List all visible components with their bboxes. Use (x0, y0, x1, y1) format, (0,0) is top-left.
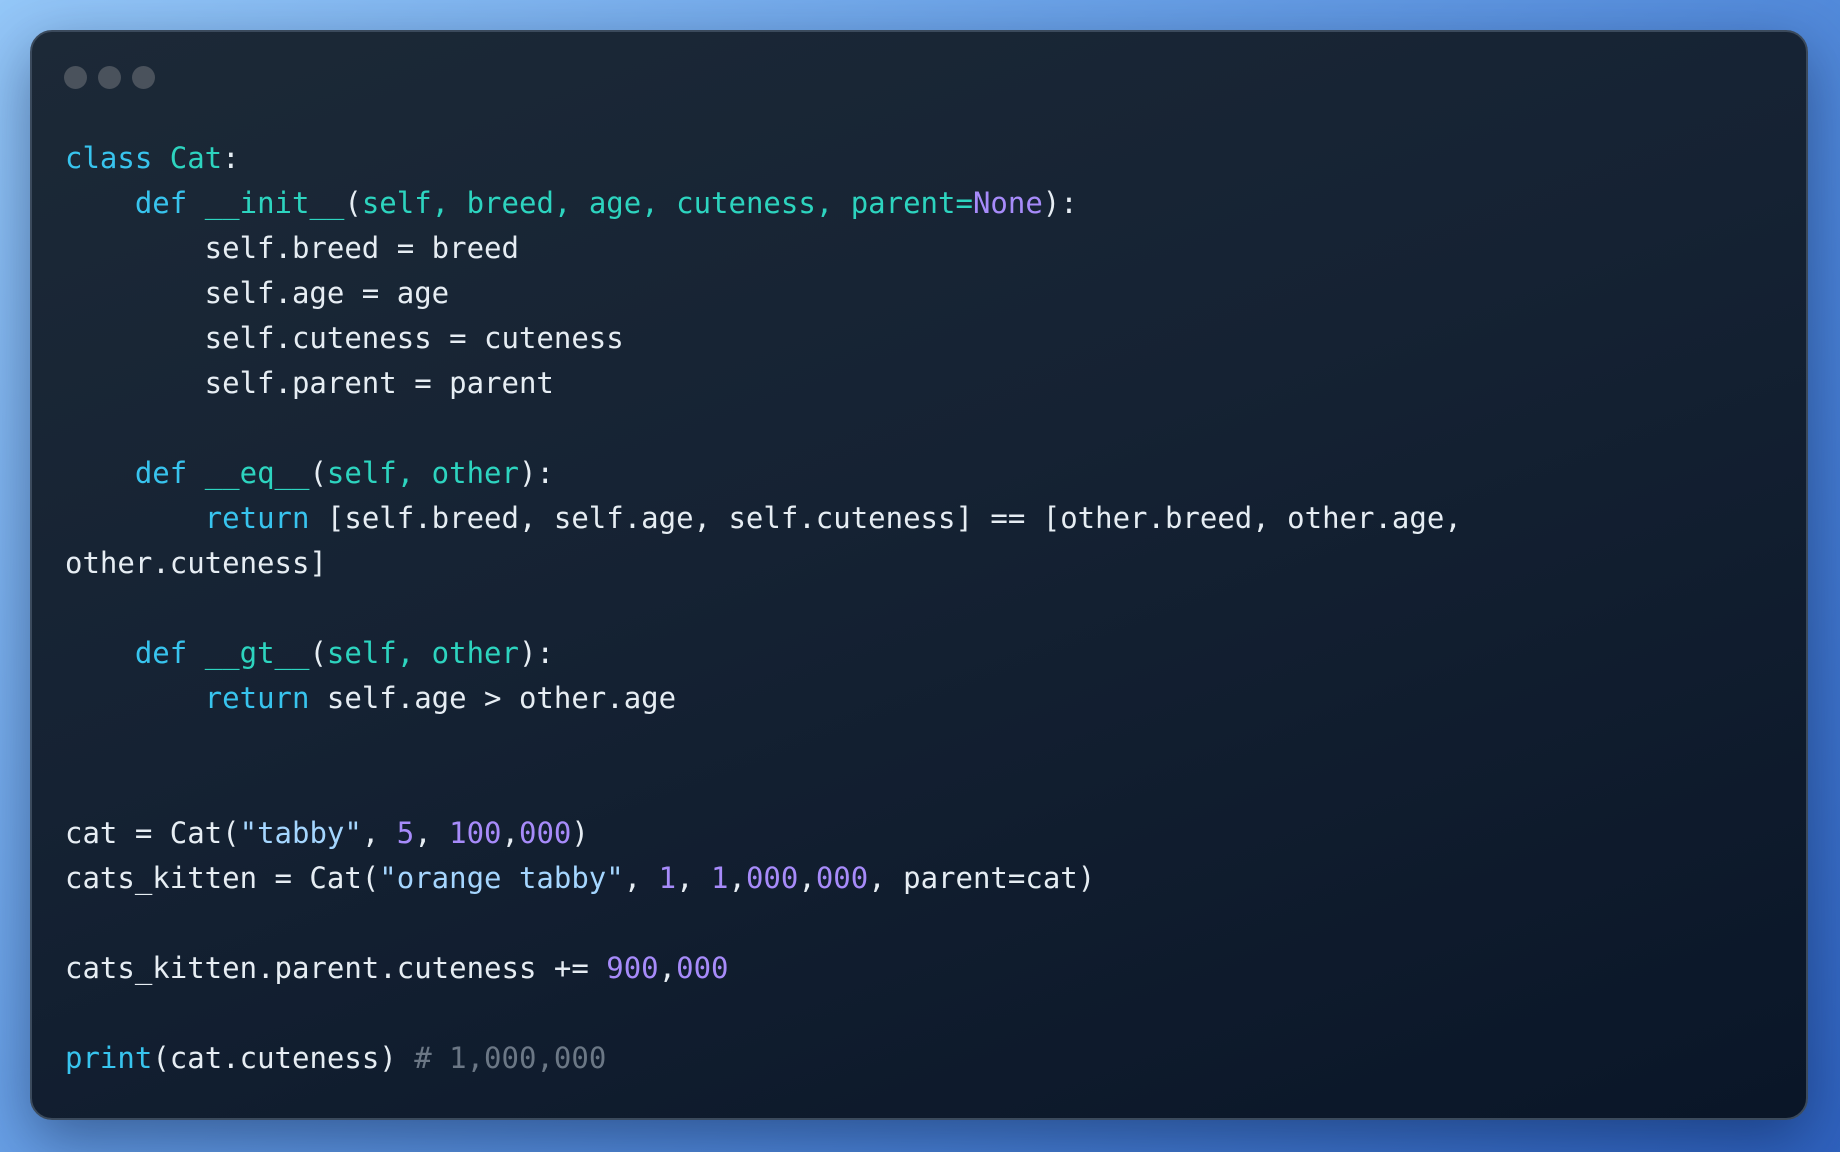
minimize-dot-icon[interactable] (98, 66, 121, 89)
code-token-plain: , (361, 816, 397, 850)
code-token-param: self, other (326, 456, 519, 490)
code-token-plain: , parent=cat) (868, 861, 1096, 895)
code-token-plain: self.age > other.age (326, 681, 677, 715)
code-line: print(cat.cuteness) # 1,000,000 (65, 1036, 1462, 1081)
code-token-builtin: None (972, 186, 1043, 220)
code-token-plain: ): (518, 636, 554, 670)
code-token-func: __init__ (204, 186, 345, 220)
code-token-plain: ) (571, 816, 589, 850)
code-token-plain: self.breed = breed (65, 231, 519, 265)
code-line: return [self.breed, self.age, self.cuten… (65, 496, 1462, 541)
code-line: self.age = age (65, 271, 1462, 316)
code-window: class Cat: def __init__(self, breed, age… (30, 30, 1808, 1120)
code-line: def __init__(self, breed, age, cuteness,… (65, 181, 1462, 226)
code-token-func: __eq__ (204, 456, 310, 490)
code-token-param: self, breed, age, cuteness, parent= (361, 186, 973, 220)
code-token-plain: [self.breed, self.age, self.cuteness] ==… (326, 501, 1462, 535)
code-token-plain: (cat.cuteness) (152, 1041, 415, 1075)
code-token-number: 100 (449, 816, 502, 850)
code-token-keyword: def (134, 636, 205, 670)
code-line: cat = Cat("tabby", 5, 100,000) (65, 811, 1462, 856)
code-token-plain: ( (344, 186, 362, 220)
code-token-plain: other.cuteness] (65, 546, 327, 580)
close-dot-icon[interactable] (64, 66, 87, 89)
code-token-plain: , (623, 861, 659, 895)
window-controls (64, 66, 155, 89)
code-line: cats_kitten = Cat("orange tabby", 1, 1,0… (65, 856, 1462, 901)
code-token-class: Cat (169, 141, 223, 175)
code-line: def __eq__(self, other): (65, 451, 1462, 496)
code-token-func: __gt__ (204, 636, 310, 670)
code-token-plain: , (414, 816, 450, 850)
code-token-plain: self.age = age (65, 276, 450, 310)
code-token-plain: ): (518, 456, 554, 490)
code-token-number: 000 (815, 861, 869, 895)
code-token-number: 000 (676, 951, 729, 985)
code-token-plain: , (658, 951, 677, 985)
code-line: self.breed = breed (65, 226, 1462, 271)
code-token-plain: , (501, 816, 519, 850)
code-token-keyword: return (204, 681, 327, 715)
code-token-number: 000 (519, 816, 572, 850)
code-token-string: "tabby" (239, 816, 362, 850)
code-token-plain: self.cuteness = cuteness (65, 321, 624, 355)
code-token-plain: , (798, 861, 816, 895)
code-token-comment: # 1,000,000 (414, 1041, 607, 1075)
code-token-keyword: print (65, 1041, 153, 1075)
code-token-string: "orange tabby" (379, 861, 624, 895)
code-token-param: self, other (326, 636, 519, 670)
code-token-keyword: return (204, 501, 327, 535)
zoom-dot-icon[interactable] (132, 66, 155, 89)
code-token-keyword: def (134, 186, 205, 220)
code-token-plain: ): (1042, 186, 1078, 220)
code-token-plain: ( (309, 456, 327, 490)
code-token-plain: : (222, 141, 240, 175)
code-token-number: 1 (658, 861, 677, 895)
code-token-plain: , (728, 861, 746, 895)
code-token-plain: self.parent = parent (65, 366, 554, 400)
code-line: def __gt__(self, other): (65, 631, 1462, 676)
code-token-keyword: def (134, 456, 205, 490)
code-block: class Cat: def __init__(self, breed, age… (65, 136, 1462, 1081)
code-token-number: 1 (711, 861, 729, 895)
code-line: other.cuteness] (65, 541, 1462, 586)
code-token-plain: ( (309, 636, 327, 670)
code-token-plain: cats_kitten = Cat( (65, 861, 380, 895)
code-line: self.parent = parent (65, 361, 1462, 406)
code-token-keyword: class (65, 141, 170, 175)
code-token-plain: cats_kitten.parent.cuteness += (65, 951, 607, 985)
code-line: self.cuteness = cuteness (65, 316, 1462, 361)
code-token-number: 5 (396, 816, 415, 850)
code-token-plain: cat = Cat( (65, 816, 240, 850)
code-token-number: 000 (745, 861, 799, 895)
code-line: cats_kitten.parent.cuteness += 900,000 (65, 946, 1462, 991)
code-line: return self.age > other.age (65, 676, 1462, 721)
code-token-plain: , (676, 861, 712, 895)
code-line: class Cat: (65, 136, 1462, 181)
code-token-number: 900 (606, 951, 659, 985)
